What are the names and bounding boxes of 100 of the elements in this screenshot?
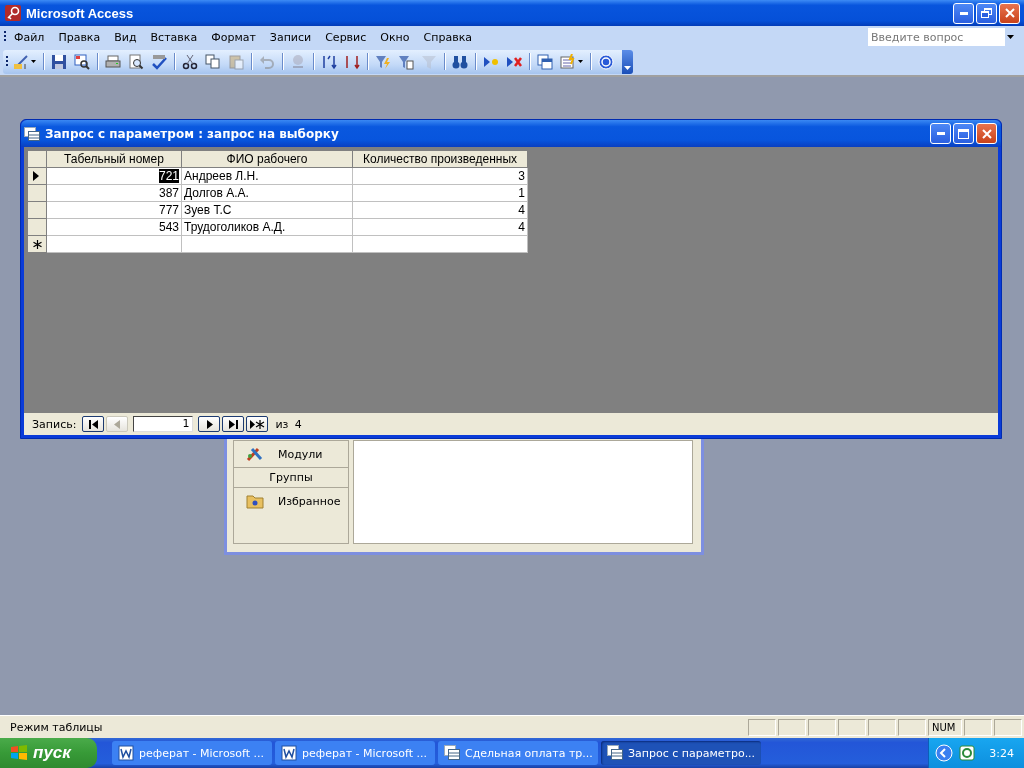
table-cell: Зуев Т.С (184, 203, 232, 217)
tools-icon (246, 446, 264, 462)
num-lock-indicator: NUM (928, 718, 962, 736)
filter-form-icon[interactable] (398, 53, 414, 70)
column-header[interactable]: ФИО рабочего (181, 150, 353, 168)
toolbar-options-button[interactable] (622, 49, 633, 74)
help-icon[interactable] (598, 53, 614, 70)
arrow-asterisk-icon[interactable] (249, 418, 265, 430)
table-cell: Долгов А.А. (184, 186, 249, 200)
table-cell: 721 (158, 169, 179, 183)
object-list-item[interactable]: Модули (234, 441, 348, 468)
next-record-button[interactable] (198, 416, 221, 432)
caret-icon (624, 65, 631, 70)
print-preview-icon[interactable] (128, 53, 144, 70)
status-panel (808, 718, 836, 736)
status-panel (964, 718, 992, 736)
menu-item[interactable]: Вид (107, 28, 144, 46)
status-text: Режим таблицы (10, 720, 103, 734)
status-panel (898, 718, 926, 736)
record-number-field[interactable]: 1 (133, 416, 194, 432)
group-header[interactable]: Группы (234, 468, 348, 488)
restore-button[interactable] (976, 2, 997, 24)
arrow-bar-icon[interactable] (227, 418, 239, 430)
database-window-icon[interactable] (537, 53, 553, 70)
sort-ascending-icon[interactable] (321, 53, 337, 70)
window-search-icon[interactable] (74, 53, 90, 70)
status-panel (868, 718, 896, 736)
key-icon (5, 5, 21, 21)
status-panel (994, 718, 1022, 736)
spelling-icon[interactable] (151, 53, 167, 70)
caret-icon[interactable] (31, 60, 36, 63)
document-icon (118, 745, 134, 761)
record-label: Запись: (32, 417, 77, 431)
menu-item[interactable]: Формат (204, 28, 263, 46)
group-item[interactable]: Избранное (234, 488, 348, 514)
table-cell: 387 (158, 186, 179, 200)
close-button[interactable] (999, 2, 1020, 24)
window-title: Microsoft Access (26, 5, 134, 21)
taskbar-button[interactable]: реферат - Microsoft ... (275, 741, 435, 765)
taskbar-button[interactable]: Сдельная оплата тр... (438, 741, 598, 765)
menu-item[interactable]: Справка (416, 28, 479, 46)
close-button[interactable] (976, 123, 997, 144)
last-record-button[interactable] (222, 416, 245, 432)
taskbar-button[interactable]: реферат - Microsoft ... (112, 741, 272, 765)
restore-icon (981, 8, 992, 18)
minimize-icon (936, 132, 945, 135)
clock: 3:24 (989, 746, 1014, 760)
taskbar-button[interactable]: Запрос с параметро... (601, 741, 761, 765)
document-icon (281, 745, 297, 761)
current-row-icon (33, 171, 39, 181)
record-count: из 4 (275, 417, 302, 431)
copy-icon[interactable] (205, 53, 221, 70)
help-search-field[interactable]: Введите вопрос (868, 28, 1005, 46)
menu-item[interactable]: Вставка (143, 28, 205, 46)
menu-item[interactable]: Файл (7, 28, 52, 46)
close-icon (981, 128, 992, 139)
caret-icon[interactable] (578, 60, 583, 63)
status-panel (838, 718, 866, 736)
caret-icon (1007, 35, 1014, 39)
menu-item[interactable]: Правка (51, 28, 108, 46)
minimize-button[interactable] (953, 2, 974, 24)
status-panel (748, 718, 776, 736)
menu-item[interactable]: Сервис (318, 28, 374, 46)
menu-item[interactable]: Окно (373, 28, 417, 46)
table-cell: 4 (518, 203, 525, 217)
maximize-icon (958, 128, 969, 139)
minimize-button[interactable] (930, 123, 951, 144)
column-header[interactable]: Количество произведенных (352, 150, 528, 168)
menu-item[interactable]: Записи (262, 28, 319, 46)
maximize-button[interactable] (953, 123, 974, 144)
filter-lightning-icon[interactable] (375, 53, 391, 70)
collapse-tray-icon[interactable] (935, 744, 954, 762)
grip-icon (6, 54, 9, 69)
table-cell: 4 (518, 220, 525, 234)
minimize-icon (959, 11, 968, 15)
table-cell: Андреев Л.Н. (184, 169, 259, 183)
close-icon (1004, 8, 1015, 18)
datasheet-icon (444, 745, 460, 761)
binoculars-icon[interactable] (452, 53, 468, 70)
window-title: Запрос с параметром : запрос на выборку (45, 126, 339, 141)
column-header[interactable]: Табельный номер (46, 150, 182, 168)
cut-icon[interactable] (182, 53, 198, 70)
print-icon[interactable] (105, 53, 121, 70)
save-icon[interactable] (51, 53, 67, 70)
arrow-bar-icon[interactable] (87, 418, 99, 430)
sort-descending-icon[interactable] (344, 53, 360, 70)
new-record-button[interactable] (246, 416, 269, 432)
table-cell: 3 (518, 169, 525, 183)
table-cell: 1 (518, 186, 525, 200)
asterisk-icon (33, 239, 42, 249)
datasheet-icon (24, 126, 40, 141)
folder-icon (246, 493, 264, 509)
design-view-icon[interactable] (13, 53, 29, 70)
table-cell: Трудоголиков А.Д. (184, 220, 286, 234)
start-button[interactable]: пуск (0, 738, 97, 768)
first-record-button[interactable] (82, 416, 105, 432)
table-cell: 543 (158, 220, 179, 234)
datasheet-icon (607, 745, 623, 761)
grip-icon (4, 30, 7, 44)
corner-cell[interactable] (27, 150, 47, 168)
